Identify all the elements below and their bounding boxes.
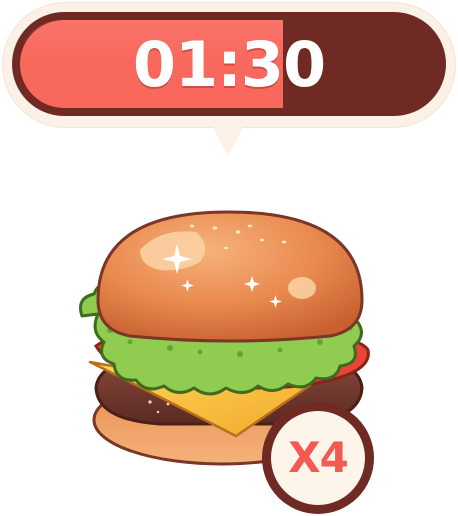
hamburger-icon [79, 210, 370, 466]
top-bun [96, 210, 364, 343]
quantity-badge-face: X4 [271, 411, 365, 505]
quantity-badge: X4 [262, 402, 374, 514]
quantity-label: X4 [288, 433, 349, 482]
